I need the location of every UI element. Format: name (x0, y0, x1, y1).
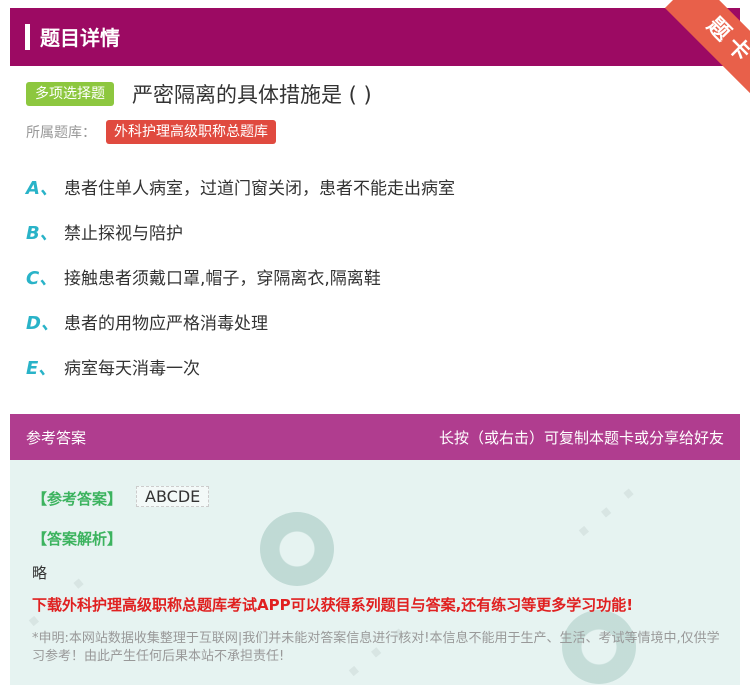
answer-value[interactable]: ABCDE (136, 486, 210, 507)
page-header: 题目详情 (10, 8, 740, 66)
option-text: 患者的用物应严格消毒处理 (64, 314, 268, 334)
option-d[interactable]: D、 患者的用物应严格消毒处理 (26, 309, 455, 354)
option-letter: E、 (26, 358, 57, 379)
analysis-text: 略 (32, 564, 48, 582)
watermark: · · · (563, 471, 650, 555)
header-accent-bar (25, 24, 30, 50)
answer-header-bar: 参考答案 长按（或右击）可复制本题卡或分享给好友 (10, 414, 740, 460)
page-title: 题目详情 (40, 26, 120, 50)
question-card-badge[interactable]: 题卡 (664, 0, 750, 100)
option-text: 病室每天消毒一次 (64, 359, 200, 379)
option-letter: C、 (26, 268, 58, 289)
option-text: 接触患者须戴口罩,帽子，穿隔离衣,隔离鞋 (64, 269, 381, 289)
option-letter: D、 (26, 313, 59, 334)
source-tag[interactable]: 外科护理高级职称总题库 (106, 120, 276, 144)
disclaimer: *申明:本网站数据收集整理于互联网|我们并未能对答案信息进行核对!本信息不能用于… (32, 631, 720, 664)
option-a[interactable]: A、 患者住单人病室，过道门窗关闭，患者不能走出病室 (26, 174, 455, 219)
corner-ribbon[interactable]: 题卡 (650, 0, 750, 100)
option-e[interactable]: E、 病室每天消毒一次 (26, 354, 455, 399)
option-text: 患者住单人病室，过道门窗关闭，患者不能走出病室 (64, 179, 455, 199)
option-c[interactable]: C、 接触患者须戴口罩,帽子，穿隔离衣,隔离鞋 (26, 264, 455, 309)
question-title: 严密隔离的具体措施是 ( ) (132, 83, 372, 107)
answer-panel: · · · · · · · · · 【参考答案】 ABCDE 【答案解析】 略 … (10, 460, 740, 685)
question-type-badge: 多项选择题 (26, 82, 114, 106)
answer-header-title: 参考答案 (26, 429, 87, 447)
option-b[interactable]: B、 禁止探视与陪护 (26, 219, 455, 264)
source-label: 所属题库： (26, 125, 96, 141)
copy-share-hint: 长按（或右击）可复制本题卡或分享给好友 (438, 429, 724, 447)
analysis-label: 【答案解析】 (32, 530, 123, 548)
app-download-promo[interactable]: 下载外科护理高级职称总题库考试APP可以获得系列题目与答案,还有练习等更多学习功… (32, 594, 633, 615)
option-letter: A、 (26, 178, 58, 199)
answer-label: 【参考答案】 (32, 490, 123, 508)
watermark-circle (260, 512, 334, 586)
options-list: A、 患者住单人病室，过道门窗关闭，患者不能走出病室 B、 禁止探视与陪护 C、… (26, 174, 455, 399)
option-text: 禁止探视与陪护 (64, 224, 183, 244)
option-letter: B、 (26, 223, 58, 244)
